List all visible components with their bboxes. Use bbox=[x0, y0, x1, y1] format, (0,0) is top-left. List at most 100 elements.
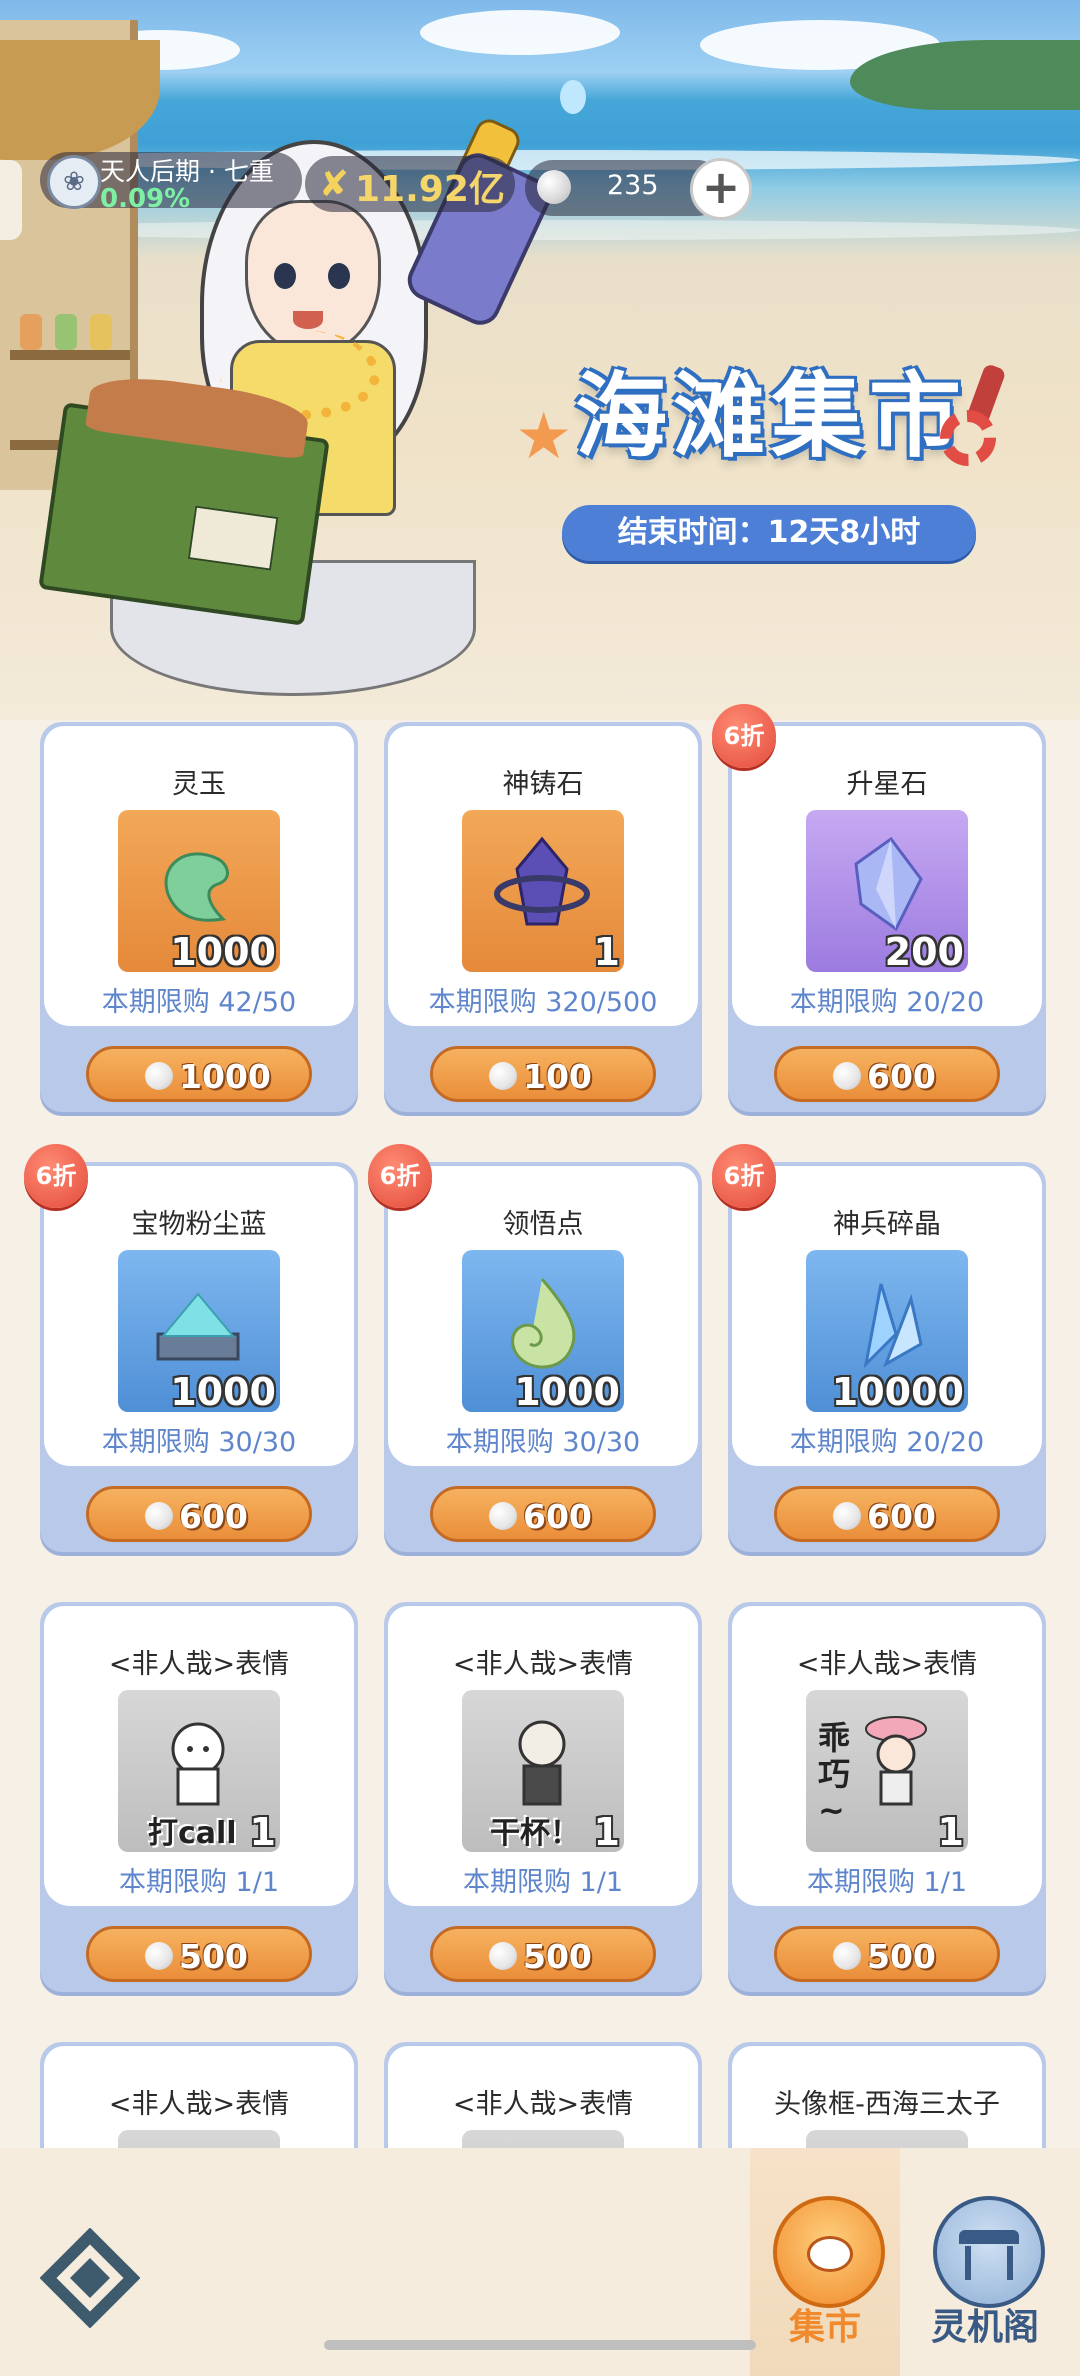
home-indicator[interactable] bbox=[324, 2340, 756, 2350]
power-value: 11.92亿 bbox=[355, 169, 505, 210]
item-name: 领悟点 bbox=[502, 1209, 584, 1240]
purchase-limit: 本期限购 30/30 bbox=[445, 1427, 641, 1458]
shop-item-card[interactable]: <非人哉>表情 打call 1 本期限购 1/1 500 bbox=[40, 1602, 358, 1992]
coin-icon bbox=[489, 1942, 517, 1970]
discount-badge: 6折 bbox=[712, 704, 776, 768]
purchase-limit: 本期限购 320/500 bbox=[428, 987, 658, 1018]
item-name: <非人哉>表情 bbox=[452, 2089, 634, 2120]
item-name: <非人哉>表情 bbox=[796, 1649, 978, 1680]
dust-icon bbox=[156, 1292, 240, 1361]
shop-item-card[interactable]: <非人哉>表情 乖巧~ 1 本期限购 1/1 500 bbox=[728, 1602, 1046, 1992]
basket bbox=[38, 369, 330, 626]
item-quantity: 200 bbox=[884, 930, 964, 972]
buy-button[interactable]: 600 bbox=[430, 1486, 656, 1542]
shop-item-card[interactable]: 神兵碎晶 10000 本期限购 20/20 600 6折 bbox=[712, 1144, 1046, 1552]
jade-icon bbox=[164, 852, 229, 922]
buy-button[interactable]: 600 bbox=[86, 1486, 312, 1542]
sticker-text: 干杯！ bbox=[490, 1816, 580, 1851]
item-tile: 1000 bbox=[118, 1250, 280, 1412]
coin-icon bbox=[833, 1942, 861, 1970]
item-tile: 1000 bbox=[462, 1250, 624, 1412]
buy-button[interactable]: 500 bbox=[430, 1926, 656, 1982]
item-tile: 1 bbox=[462, 810, 624, 972]
coin-icon bbox=[833, 1502, 861, 1530]
buy-button[interactable]: 500 bbox=[86, 1926, 312, 1982]
item-quantity: 1000 bbox=[170, 1370, 276, 1412]
buy-button[interactable]: 1000 bbox=[86, 1046, 312, 1102]
coin-icon bbox=[145, 1942, 173, 1970]
item-tile: 乖巧~ 1 bbox=[806, 1690, 968, 1852]
weapon-crystal-icon bbox=[863, 1283, 923, 1369]
purchase-limit: 本期限购 42/50 bbox=[101, 987, 297, 1018]
price-value: 500 bbox=[867, 1937, 936, 1976]
shop-item-card[interactable]: 头像框-西海三太子 bbox=[728, 2042, 1046, 2150]
discount-badge: 6折 bbox=[712, 1144, 776, 1208]
buy-button[interactable]: 500 bbox=[774, 1926, 1000, 1982]
buy-button[interactable]: 100 bbox=[430, 1046, 656, 1102]
rank-title: 天人后期 · 七重 bbox=[100, 157, 274, 186]
pavilion-icon bbox=[933, 2196, 1045, 2308]
price-value: 500 bbox=[523, 1937, 592, 1976]
item-quantity: 1000 bbox=[170, 930, 276, 972]
insight-point-icon bbox=[511, 1278, 576, 1369]
item-quantity: 10000 bbox=[831, 1370, 964, 1412]
price-value: 600 bbox=[867, 1497, 936, 1536]
shop-item-card[interactable]: <非人哉>表情 bbox=[384, 2042, 702, 2150]
event-title: 海滩集市 bbox=[575, 363, 968, 470]
item-tile bbox=[118, 2130, 280, 2150]
water-gun bbox=[400, 114, 557, 350]
buy-button[interactable]: 600 bbox=[774, 1486, 1000, 1542]
shop-item-card[interactable]: 灵玉 1000 本期限购 42/50 1000 bbox=[40, 722, 358, 1112]
back-tab[interactable] bbox=[0, 160, 22, 240]
purchase-limit: 本期限购 1/1 bbox=[118, 1867, 280, 1898]
sticker-cheer-icon bbox=[171, 1722, 225, 1806]
item-tile: 打call 1 bbox=[118, 1690, 280, 1852]
purchase-limit: 本期限购 1/1 bbox=[462, 1867, 624, 1898]
price-value: 1000 bbox=[179, 1057, 271, 1096]
coin-icon bbox=[489, 1062, 517, 1090]
shop-item-card[interactable]: 宝物粉尘蓝 1000 本期限购 30/30 600 6折 bbox=[24, 1144, 358, 1552]
buy-button[interactable]: 600 bbox=[774, 1046, 1000, 1102]
item-quantity: 1000 bbox=[514, 1370, 620, 1412]
item-quantity: 1 bbox=[937, 1810, 964, 1852]
discount-badge: 6折 bbox=[368, 1144, 432, 1208]
purchase-limit: 本期限购 30/30 bbox=[101, 1427, 297, 1458]
item-tile: 1000 bbox=[118, 810, 280, 972]
discount-badge: 6折 bbox=[24, 1144, 88, 1208]
item-name: <非人哉>表情 bbox=[108, 2089, 290, 2120]
purchase-limit: 本期限购 1/1 bbox=[806, 1867, 968, 1898]
item-tile bbox=[806, 2130, 968, 2150]
coin-icon bbox=[145, 1062, 173, 1090]
item-tile bbox=[462, 2130, 624, 2150]
cloud bbox=[420, 10, 620, 55]
tab-pavilion[interactable]: 灵机阁 bbox=[910, 2148, 1060, 2376]
shop-item-card[interactable]: 升星石 200 本期限购 20/20 600 6折 bbox=[712, 704, 1046, 1112]
item-name: 神兵碎晶 bbox=[833, 1209, 941, 1240]
shop-item-card[interactable]: 领悟点 1000 本期限购 30/30 600 6折 bbox=[368, 1144, 702, 1552]
coin-icon bbox=[537, 170, 571, 204]
sticker-text: 打call bbox=[148, 1816, 237, 1851]
shop-item-card[interactable]: <非人哉>表情 干杯！ 1 本期限购 1/1 500 bbox=[384, 1602, 702, 1992]
tab-market[interactable]: 集市 bbox=[750, 2148, 900, 2376]
price-value: 500 bbox=[179, 1937, 248, 1976]
item-quantity: 1 bbox=[249, 1810, 276, 1852]
currency-value: 235 bbox=[607, 170, 659, 201]
purchase-limit: 本期限购 20/20 bbox=[789, 1427, 985, 1458]
market-icon bbox=[773, 2196, 885, 2308]
rank-avatar-icon: ❀ bbox=[47, 155, 101, 209]
diamond-logo-icon[interactable] bbox=[40, 2228, 140, 2328]
coin-icon bbox=[145, 1502, 173, 1530]
lifebuoy-icon bbox=[940, 410, 996, 466]
shop-item-card[interactable]: <非人哉>表情 bbox=[40, 2042, 358, 2150]
starfish-icon: ★ bbox=[515, 400, 573, 474]
price-value: 600 bbox=[867, 1057, 936, 1096]
shop-item-card[interactable]: 神铸石 1 本期限购 320/500 100 bbox=[384, 722, 702, 1112]
sticker-text: 乖巧~ bbox=[818, 1719, 851, 1829]
coin-icon bbox=[833, 1062, 861, 1090]
item-name: 灵玉 bbox=[172, 769, 226, 800]
item-quantity: 1 bbox=[593, 930, 620, 972]
item-name: 神铸石 bbox=[502, 769, 584, 800]
item-name: <非人哉>表情 bbox=[452, 1649, 634, 1680]
item-tile: 干杯！ 1 bbox=[462, 1690, 624, 1852]
add-currency-button[interactable]: + bbox=[690, 158, 752, 220]
